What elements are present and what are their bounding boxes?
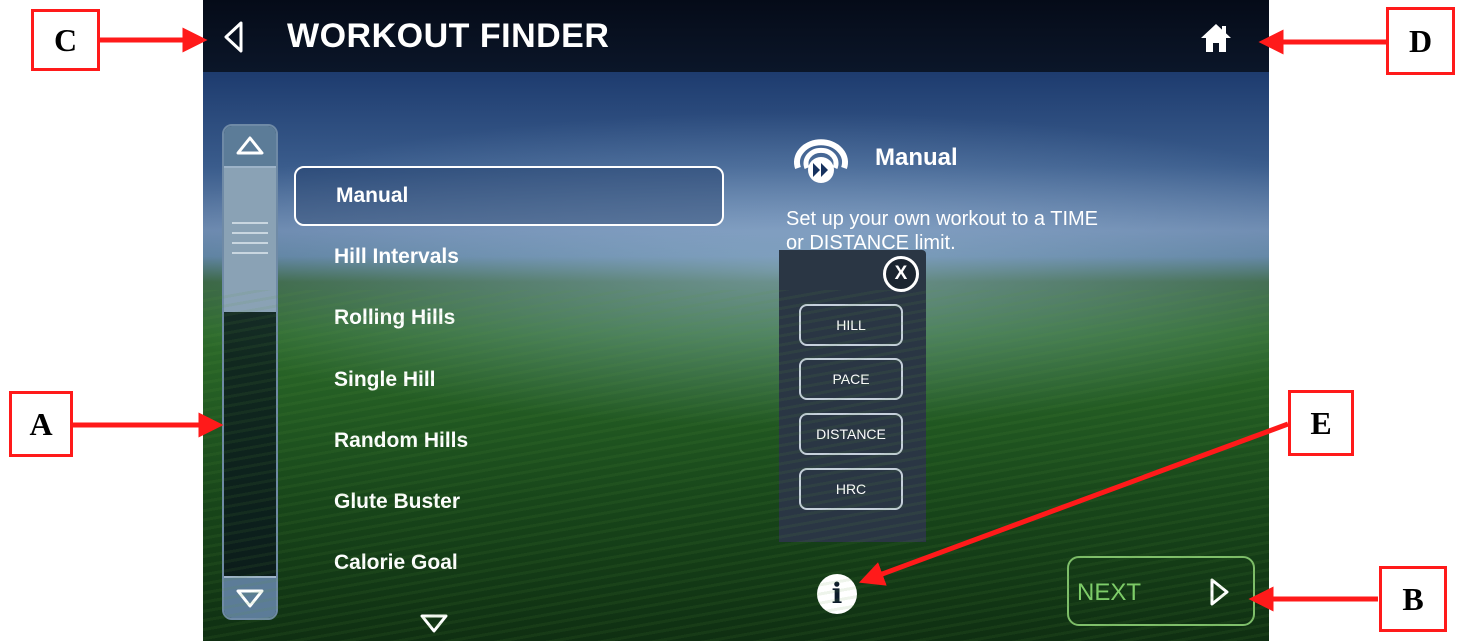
callout-e: E	[1288, 390, 1354, 456]
callout-arrows	[73, 27, 1386, 612]
arrow-e	[858, 421, 1289, 586]
callout-a: A	[9, 391, 73, 457]
callout-d: D	[1386, 7, 1455, 75]
callout-c: C	[31, 9, 100, 71]
callout-b: B	[1379, 566, 1447, 632]
